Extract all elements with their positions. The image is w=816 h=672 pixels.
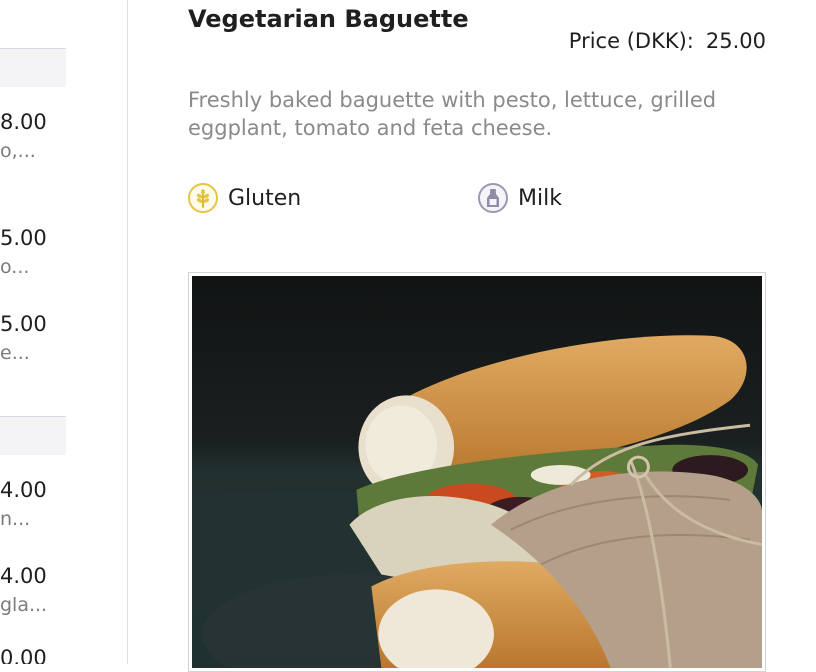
item-description: Freshly baked baguette with pesto, lettu… <box>188 88 717 140</box>
list-item-price: 5.00 <box>0 312 47 336</box>
item-photo <box>188 272 766 672</box>
list-item-price: 5.00 <box>0 226 47 250</box>
list-item-description: gla... <box>0 594 48 616</box>
list-item-description: n... <box>0 508 31 530</box>
list-item-description: e... <box>0 342 30 364</box>
allergen-label: Gluten <box>228 185 302 211</box>
list-item-price: 4.00 <box>0 564 47 588</box>
list-item-price: 8.00 <box>0 110 47 134</box>
list-item-price: 0.00 <box>0 646 47 664</box>
category-header <box>0 48 66 87</box>
item-title: Vegetarian Baguette <box>188 5 469 33</box>
allergen-label: Milk <box>518 185 562 211</box>
item-price: Price (DKK): 25.00 <box>569 29 766 53</box>
list-item-price: 4.00 <box>0 478 47 502</box>
price-value: 25.00 <box>705 29 766 53</box>
category-header <box>0 416 66 455</box>
baguette-photo <box>192 276 762 668</box>
list-item-description: o,... <box>0 140 36 162</box>
wheat-icon <box>188 183 218 213</box>
menu-list-pane: 8.00 o,... 5.00 o... 5.00 e... 4.00 n...… <box>0 0 128 664</box>
price-label: Price (DKK): <box>568 29 694 53</box>
allergen-gluten: Gluten <box>188 183 301 213</box>
milk-bottle-icon <box>478 183 508 213</box>
list-item-description: o... <box>0 256 30 278</box>
allergen-milk: Milk <box>478 183 562 213</box>
